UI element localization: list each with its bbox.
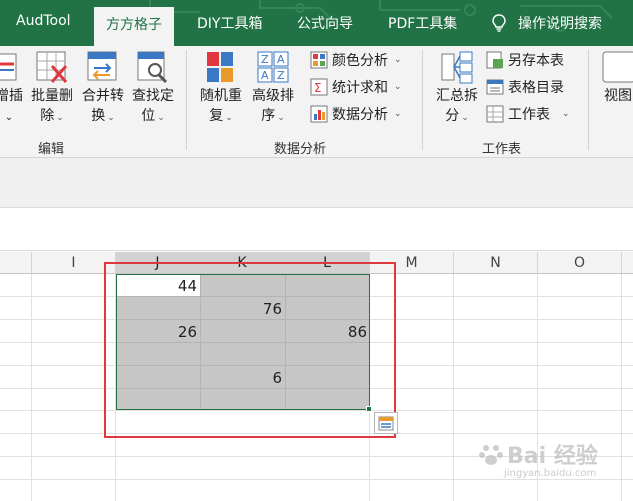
merge-convert-icon <box>87 51 117 81</box>
merge-convert-label-1: 合并转 <box>82 88 124 104</box>
stats-sum-label: 统计求和 <box>332 80 388 96</box>
batch-delete-button[interactable]: 批量删 除 ⌄ <box>27 50 77 128</box>
svg-text:Z: Z <box>261 53 269 66</box>
view-label: 视图 <box>604 88 632 104</box>
insert-icon <box>0 53 17 81</box>
insert-caret: ⌄ <box>4 112 14 123</box>
color-analysis-label: 颜色分析 <box>332 53 388 69</box>
stats-sum-button[interactable]: Σ 统计求和 ⌄ <box>310 77 402 97</box>
highlight-annotation-box <box>104 262 396 438</box>
save-as-sheet-button[interactable]: 另存本表 <box>486 50 564 70</box>
worksheet-icon <box>486 105 504 123</box>
random-repeat-icon <box>207 52 233 82</box>
baidu-watermark: Bai 经验 jingyan.baidu.com <box>478 438 598 479</box>
merge-convert-label-2: 换 <box>91 108 106 124</box>
sheet-directory-button[interactable]: 表格目录 <box>486 77 564 97</box>
insert-button-partial[interactable]: 增插 ⌄ <box>0 50 26 128</box>
tab-diy-toolbox[interactable]: DIY工具箱 <box>197 13 262 33</box>
tab-pdf-tools[interactable]: PDF工具集 <box>388 13 457 33</box>
lightbulb-icon <box>492 14 506 32</box>
data-analysis-icon <box>310 105 328 123</box>
worksheet-label: 工作表 <box>508 107 550 123</box>
column-header-o[interactable]: O <box>538 252 622 274</box>
tell-me-search[interactable]: 操作说明搜索 <box>492 13 602 33</box>
blank-toolbar-row <box>0 209 633 251</box>
view-button[interactable]: 视图 <box>598 50 633 106</box>
sheet-group-label: 工作表 <box>482 142 522 157</box>
tab-fangfanggezi[interactable]: 方方格子 <box>94 7 174 46</box>
advanced-sort-label-1: 高级排 <box>252 88 294 104</box>
random-repeat-label-2: 复 <box>209 108 224 124</box>
advanced-sort-button[interactable]: Z A A Z 高级排 序 ⌄ <box>248 50 298 128</box>
svg-text:A: A <box>277 53 285 66</box>
data-analysis-label: 数据分析 <box>332 107 388 123</box>
formula-bar-area <box>0 158 633 208</box>
save-as-sheet-label: 另存本表 <box>508 53 564 69</box>
summary-split-label-1: 汇总拆 <box>436 88 478 104</box>
tab-formula-wizard[interactable]: 公式向导 <box>297 13 353 33</box>
summary-split-icon <box>441 51 473 84</box>
find-locate-label-1: 查找定 <box>132 88 174 104</box>
watermark-sub: jingyan.baidu.com <box>504 468 597 479</box>
data-group-label: 数据分析 <box>274 142 327 157</box>
find-locate-icon <box>137 51 168 84</box>
watermark-text: Bai 经验 <box>507 444 598 469</box>
summary-split-button[interactable]: 汇总拆 分 ⌄ <box>432 50 482 128</box>
svg-text:A: A <box>261 69 269 82</box>
batch-delete-icon <box>36 51 68 83</box>
column-header-partial[interactable] <box>622 252 633 274</box>
sheet-directory-icon <box>486 79 504 95</box>
stats-sum-icon: Σ <box>310 78 328 96</box>
summary-split-label-2: 分 <box>445 108 460 124</box>
sheet-directory-label: 表格目录 <box>508 80 564 96</box>
tab-audtool[interactable]: AudTool <box>16 13 71 29</box>
tell-me-label: 操作说明搜索 <box>518 16 602 32</box>
group-divider <box>588 50 589 150</box>
sort-az-icon: Z A A Z <box>257 51 289 83</box>
group-divider <box>422 50 423 150</box>
find-locate-button[interactable]: 查找定 位 ⌄ <box>129 50 177 128</box>
edit-group-label: 编辑 <box>38 142 65 157</box>
batch-delete-label-2: 除 <box>40 108 55 124</box>
column-header-partial[interactable] <box>0 252 32 274</box>
svg-text:Σ: Σ <box>314 81 322 95</box>
view-icon <box>602 51 633 83</box>
svg-text:Z: Z <box>277 69 285 82</box>
color-analysis-button[interactable]: 颜色分析 ⌄ <box>310 50 402 70</box>
quick-analysis-icon <box>378 416 394 431</box>
quick-analysis-button[interactable] <box>374 412 398 434</box>
ribbon-panel: 增插 ⌄ 批量删 除 ⌄ 合并转 换 ⌄ 查找定 位 ⌄ 编辑 随机重 复 ⌄ … <box>0 46 633 158</box>
color-analysis-icon <box>310 51 328 69</box>
advanced-sort-label-2: 序 <box>261 108 276 124</box>
batch-delete-label-1: 批量删 <box>31 88 73 104</box>
ribbon-tab-bar: AudTool 方方格子 DIY工具箱 公式向导 PDF工具集 操作说明搜索 <box>0 0 633 46</box>
find-locate-label-2: 位 <box>141 108 156 124</box>
worksheet-button[interactable]: 工作表 ⌄ <box>486 104 570 124</box>
insert-label: 增插 <box>0 88 23 104</box>
paw-icon <box>479 445 503 465</box>
random-repeat-label-1: 随机重 <box>200 88 242 104</box>
data-analysis-button[interactable]: 数据分析 ⌄ <box>310 104 402 124</box>
merge-convert-button[interactable]: 合并转 换 ⌄ <box>79 50 127 128</box>
random-repeat-button[interactable]: 随机重 复 ⌄ <box>196 50 246 128</box>
save-sheet-icon <box>486 51 503 69</box>
group-divider <box>186 50 187 150</box>
column-header-n[interactable]: N <box>454 252 538 274</box>
